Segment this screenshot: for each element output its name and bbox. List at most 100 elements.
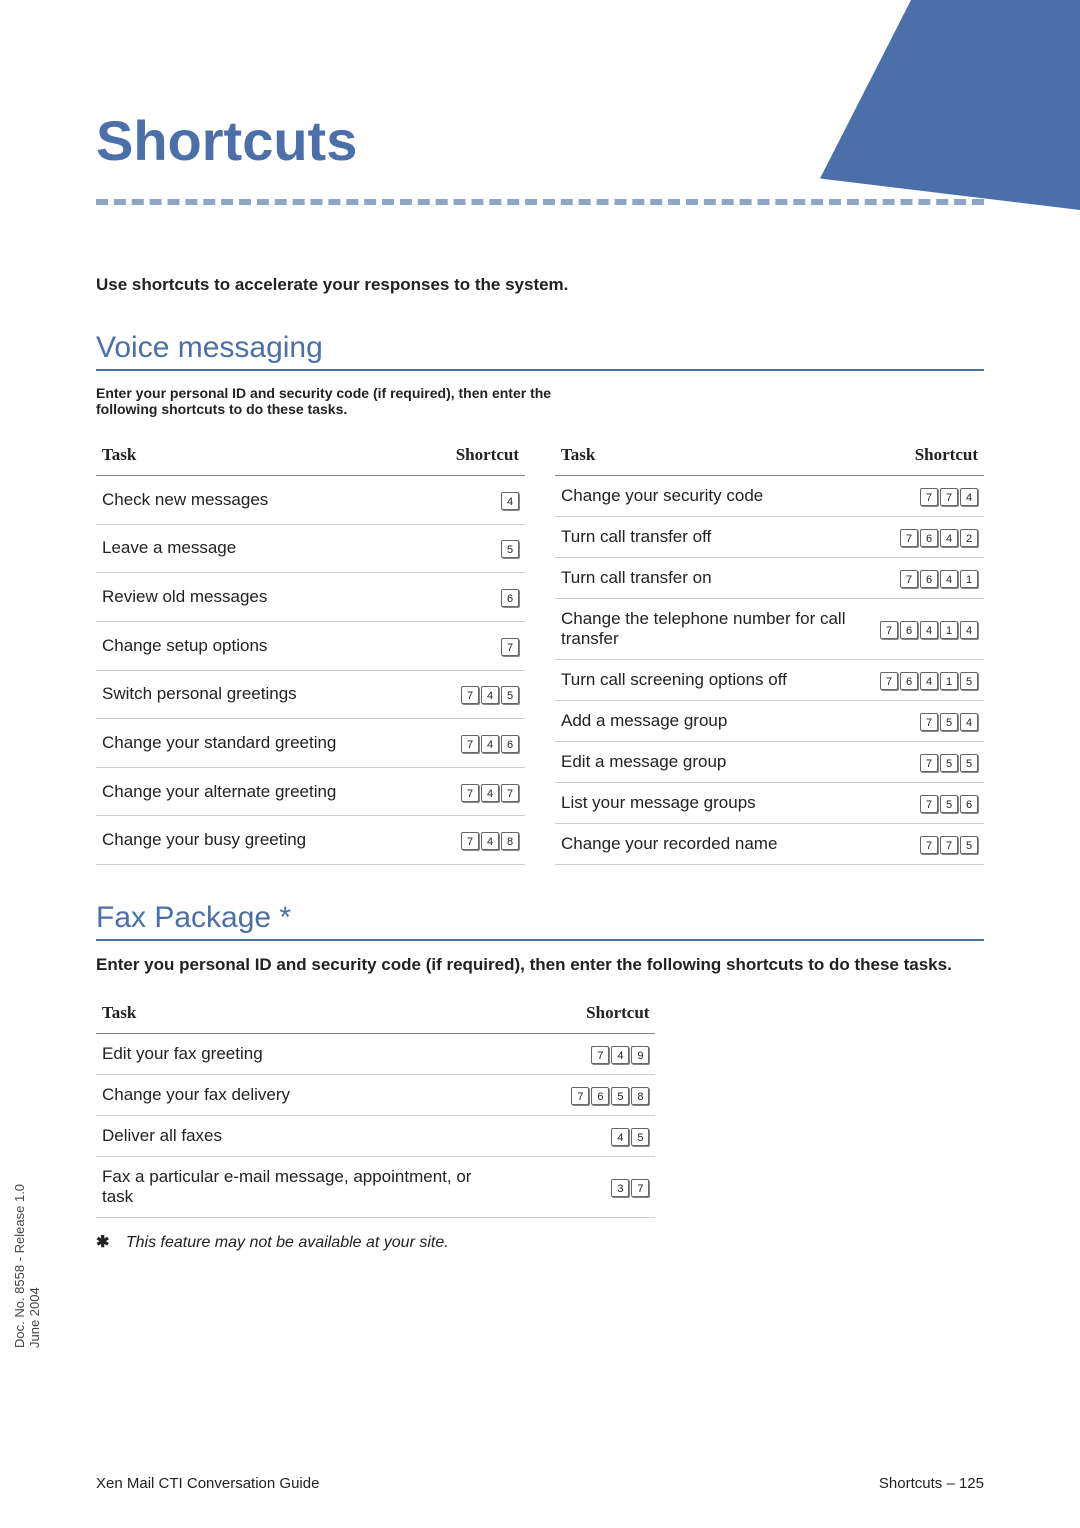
- shortcut-cell: 76414: [855, 599, 984, 660]
- key-icon: 4: [960, 713, 978, 731]
- key-icon: 6: [900, 621, 918, 639]
- footer-left: Xen Mail CTI Conversation Guide: [96, 1475, 319, 1492]
- key-icon: 4: [501, 492, 519, 510]
- table-row: Change your security code774: [555, 476, 984, 517]
- key-icon: 4: [940, 570, 958, 588]
- key-icon: 4: [481, 832, 499, 850]
- col-shortcut: Shortcut: [855, 435, 984, 476]
- key-icon: 7: [461, 735, 479, 753]
- footer-right: Shortcuts – 125: [879, 1475, 984, 1492]
- table-row: Leave a message 5: [96, 524, 525, 573]
- key-icon: 7: [920, 836, 938, 854]
- table-row: Switch personal greetings745: [96, 670, 525, 719]
- key-icon: 7: [501, 638, 519, 656]
- shortcut-cell: 76415: [855, 660, 984, 701]
- key-icon: 1: [940, 672, 958, 690]
- task-cell: Turn call screening options off: [555, 660, 855, 701]
- section-voice-messaging: Voice messaging: [96, 331, 984, 365]
- task-cell: Change your standard greeting: [96, 719, 396, 768]
- shortcut-cell: 7658: [488, 1075, 656, 1116]
- task-cell: Change your security code: [555, 476, 855, 517]
- task-cell: Turn call transfer off: [555, 517, 855, 558]
- shortcut-cell: 749: [488, 1034, 656, 1075]
- table-row: Change the telephone number for call tra…: [555, 599, 984, 660]
- shortcut-cell: 775: [855, 824, 984, 865]
- shortcut-cell: 755: [855, 742, 984, 783]
- task-cell: Add a message group: [555, 701, 855, 742]
- task-cell: Edit your fax greeting: [96, 1034, 488, 1075]
- doc-metadata: Doc. No. 8558 - Release 1.0 June 2004: [12, 1184, 42, 1348]
- key-icon: 7: [940, 488, 958, 506]
- key-icon: 7: [940, 836, 958, 854]
- shortcut-cell: 6: [396, 573, 525, 622]
- shortcut-cell: 5: [396, 524, 525, 573]
- task-cell: Edit a message group: [555, 742, 855, 783]
- key-icon: 8: [631, 1087, 649, 1105]
- section-rule: [96, 369, 984, 371]
- fax-footnote: ✱ This feature may not be available at y…: [96, 1232, 984, 1252]
- key-icon: 6: [920, 570, 938, 588]
- key-icon: 4: [920, 621, 938, 639]
- key-icon: 6: [501, 589, 519, 607]
- task-cell: List your message groups: [555, 783, 855, 824]
- key-icon: 7: [880, 621, 898, 639]
- key-icon: 6: [501, 735, 519, 753]
- task-cell: Review old messages: [96, 573, 396, 622]
- shortcut-cell: 7641: [855, 558, 984, 599]
- key-icon: 1: [960, 570, 978, 588]
- title-dashes: [96, 199, 984, 205]
- key-icon: 6: [900, 672, 918, 690]
- key-icon: 5: [940, 754, 958, 772]
- footnote-text: This feature may not be available at you…: [126, 1234, 449, 1251]
- key-icon: 3: [611, 1179, 629, 1197]
- key-icon: 5: [501, 686, 519, 704]
- table-row: Deliver all faxes45: [96, 1116, 655, 1157]
- task-cell: Deliver all faxes: [96, 1116, 488, 1157]
- task-cell: Change your busy greeting: [96, 816, 396, 865]
- table-row: Check new messages4: [96, 476, 525, 525]
- key-icon: 7: [501, 784, 519, 802]
- table-row: Fax a particular e-mail message, appoint…: [96, 1157, 655, 1218]
- key-icon: 4: [481, 686, 499, 704]
- task-cell: Turn call transfer on: [555, 558, 855, 599]
- key-icon: 7: [920, 713, 938, 731]
- key-icon: 4: [940, 529, 958, 547]
- key-icon: 4: [920, 672, 938, 690]
- table-row: Turn call transfer on7641: [555, 558, 984, 599]
- key-icon: 4: [481, 735, 499, 753]
- key-icon: 5: [501, 540, 519, 558]
- shortcut-cell: 37: [488, 1157, 656, 1218]
- key-icon: 7: [880, 672, 898, 690]
- table-row: Review old messages 6: [96, 573, 525, 622]
- table-row: List your message groups756: [555, 783, 984, 824]
- table-row: Change your recorded name775: [555, 824, 984, 865]
- col-task: Task: [96, 993, 488, 1034]
- col-shortcut: Shortcut: [488, 993, 656, 1034]
- key-icon: 7: [591, 1046, 609, 1064]
- table-row: Change setup options 7: [96, 621, 525, 670]
- shortcut-cell: 756: [855, 783, 984, 824]
- shortcut-cell: 746: [396, 719, 525, 768]
- key-icon: 6: [920, 529, 938, 547]
- shortcut-cell: 747: [396, 767, 525, 816]
- table-row: Turn call transfer off7642: [555, 517, 984, 558]
- key-icon: 4: [611, 1128, 629, 1146]
- key-icon: 7: [461, 686, 479, 704]
- task-cell: Leave a message: [96, 524, 396, 573]
- task-cell: Change setup options: [96, 621, 396, 670]
- table-row: Edit your fax greeting749: [96, 1034, 655, 1075]
- footnote-marker: ✱: [96, 1234, 109, 1251]
- shortcut-cell: 4: [396, 476, 525, 525]
- shortcut-cell: 748: [396, 816, 525, 865]
- shortcut-cell: 754: [855, 701, 984, 742]
- table-row: Edit a message group755: [555, 742, 984, 783]
- col-task: Task: [96, 435, 396, 476]
- key-icon: 4: [481, 784, 499, 802]
- task-cell: Change the telephone number for call tra…: [555, 599, 855, 660]
- key-icon: 4: [960, 621, 978, 639]
- key-icon: 5: [940, 713, 958, 731]
- task-cell: Change your fax delivery: [96, 1075, 488, 1116]
- col-shortcut: Shortcut: [396, 435, 525, 476]
- table-row: Add a message group754: [555, 701, 984, 742]
- key-icon: 5: [611, 1087, 629, 1105]
